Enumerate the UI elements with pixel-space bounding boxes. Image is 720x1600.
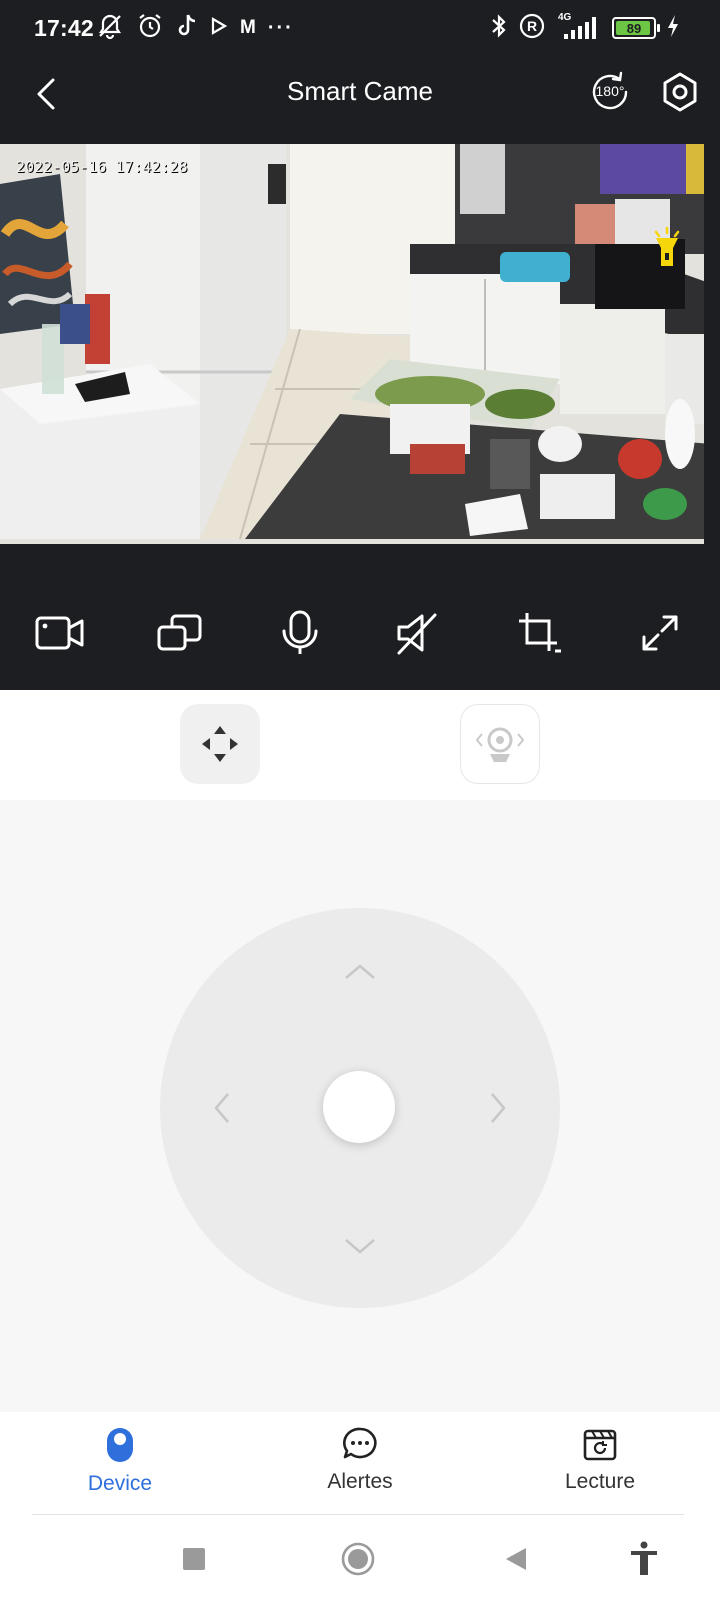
fullscreen-icon xyxy=(642,615,678,651)
circle-icon xyxy=(341,1542,375,1576)
joystick-knob[interactable] xyxy=(323,1071,395,1143)
ptz-mode-button[interactable] xyxy=(180,704,260,784)
rotate-label: 180° xyxy=(595,83,625,99)
crop-button[interactable] xyxy=(480,588,600,678)
nav-label-alertes: Alertes xyxy=(327,1470,393,1493)
battery-level: 89 xyxy=(626,20,642,36)
fullscreen-button[interactable] xyxy=(600,588,720,678)
accessibility-button[interactable] xyxy=(622,1537,666,1581)
pan-down-button[interactable] xyxy=(340,1226,380,1266)
accessibility-icon xyxy=(631,1541,657,1575)
back-nav-button[interactable] xyxy=(494,1537,538,1581)
multi-view-icon xyxy=(157,614,202,651)
chat-bubble-icon xyxy=(343,1427,377,1459)
webcam-icon xyxy=(475,727,525,762)
record-video-button[interactable] xyxy=(0,588,120,678)
app-root: 17:42 M ··· R 4G 89 Smart Came 180° 2022… xyxy=(0,0,720,1600)
microphone-button[interactable] xyxy=(240,588,360,678)
pan-right-button[interactable] xyxy=(478,1088,518,1128)
charging-icon xyxy=(666,14,680,43)
ptz-joystick[interactable] xyxy=(160,908,560,1308)
bottom-navigation: Device Alertes Lecture xyxy=(0,1412,720,1514)
control-mode-selector xyxy=(0,690,720,800)
nav-label-device: Device xyxy=(87,1472,153,1495)
mute-icon xyxy=(397,613,437,655)
four-arrows-icon xyxy=(202,726,238,762)
nav-alertes[interactable]: Alertes xyxy=(280,1426,440,1506)
pan-up-button[interactable] xyxy=(340,952,380,992)
more-notifications-icon: ··· xyxy=(267,16,294,39)
ptz-control-area xyxy=(0,800,720,1412)
bell-off-icon xyxy=(96,12,124,45)
signal-icon: 4G xyxy=(556,12,602,42)
title-bar: Smart Came 180° xyxy=(0,56,720,136)
device-icon xyxy=(107,1428,133,1462)
bluetooth-icon xyxy=(490,12,508,45)
chevron-left-icon xyxy=(214,1093,229,1123)
pan-left-button[interactable] xyxy=(202,1088,242,1128)
camera-preset-button[interactable] xyxy=(460,704,540,784)
status-time: 17:42 xyxy=(34,15,94,41)
play-icon xyxy=(210,16,228,41)
multi-view-button[interactable] xyxy=(120,588,240,678)
nav-label-lecture: Lecture xyxy=(564,1470,636,1493)
triangle-back-icon xyxy=(506,1548,526,1570)
svg-text:R: R xyxy=(527,18,537,34)
system-navigation-bar xyxy=(0,1515,720,1600)
flashlight-icon[interactable] xyxy=(650,226,684,270)
status-right-icons: R 4G 89 xyxy=(490,12,680,44)
rotate-180-button[interactable]: 180° xyxy=(586,68,634,116)
nav-lecture[interactable]: Lecture xyxy=(520,1426,680,1506)
recent-apps-button[interactable] xyxy=(172,1537,216,1581)
record-video-icon xyxy=(35,616,84,650)
registered-icon: R xyxy=(518,12,546,45)
status-bar: 17:42 M ··· R 4G 89 xyxy=(0,0,720,56)
chevron-right-icon xyxy=(491,1093,506,1123)
status-left-icons: M ··· xyxy=(96,12,294,44)
gear-icon xyxy=(663,72,697,112)
camera-live-feed[interactable]: 2022-05-16 17:42:28 xyxy=(0,144,712,544)
battery-icon: 89 xyxy=(612,17,660,39)
camera-image xyxy=(0,144,704,544)
alarm-icon xyxy=(136,12,164,45)
playback-calendar-icon xyxy=(583,1429,617,1461)
m-icon: M xyxy=(240,17,256,38)
microphone-icon xyxy=(282,610,318,654)
chevron-up-icon xyxy=(345,964,375,979)
mute-button[interactable] xyxy=(360,588,480,678)
chevron-down-icon xyxy=(345,1239,375,1254)
tiktok-icon xyxy=(176,13,198,44)
feed-timestamp: 2022-05-16 17:42:28 xyxy=(16,158,188,176)
nav-device[interactable]: Device xyxy=(40,1426,200,1506)
square-icon xyxy=(183,1548,205,1570)
home-button[interactable] xyxy=(336,1537,380,1581)
camera-header-area: 17:42 M ··· R 4G 89 Smart Came 180° 2022… xyxy=(0,0,720,690)
camera-controls xyxy=(0,588,720,678)
settings-button[interactable] xyxy=(656,68,704,116)
crop-icon xyxy=(519,613,561,653)
